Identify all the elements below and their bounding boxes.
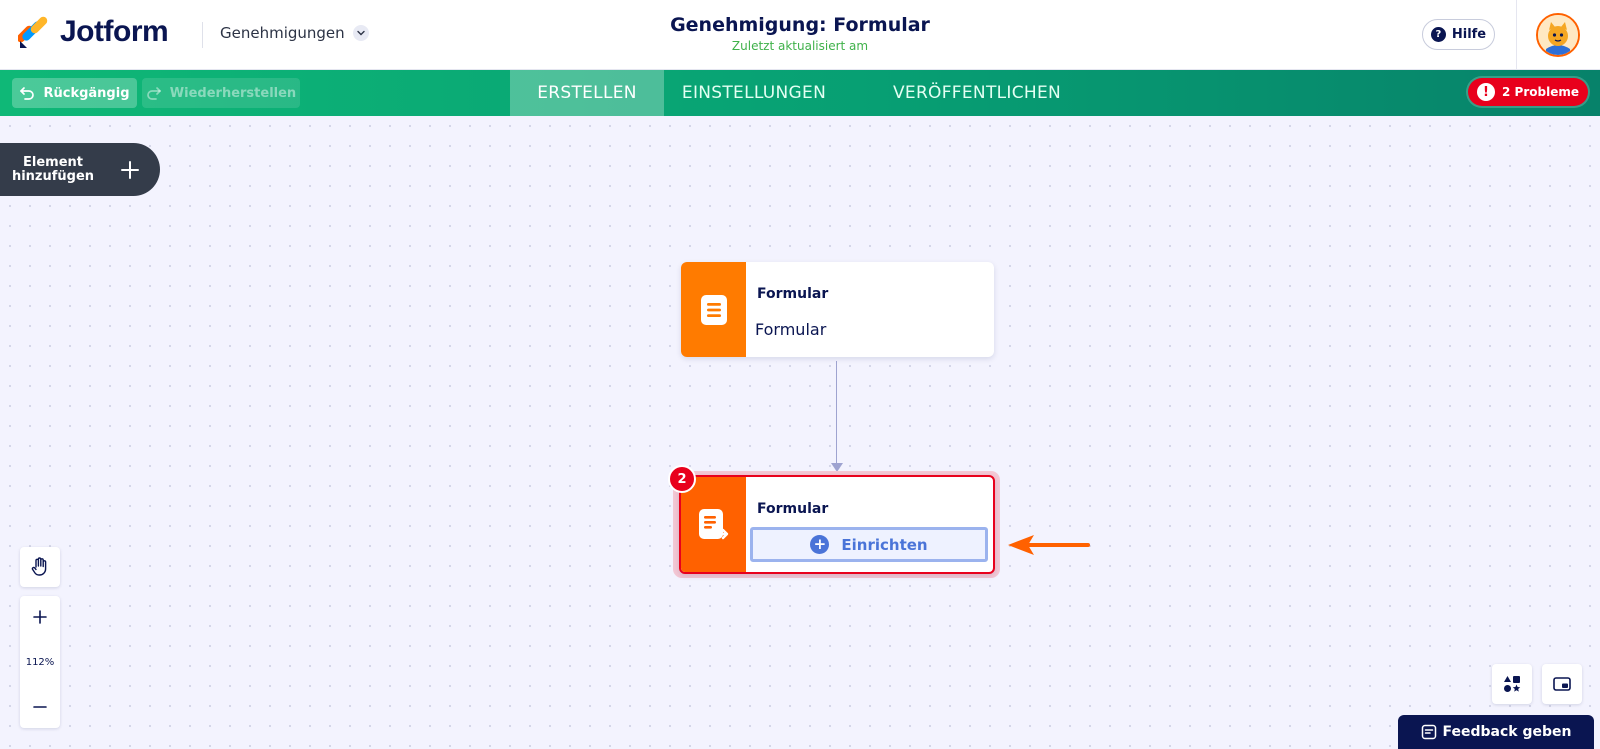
- zoom-out-button[interactable]: [20, 686, 60, 728]
- elements-panel-button[interactable]: [1492, 664, 1532, 704]
- chevron-down-icon: [352, 25, 369, 41]
- add-element-label: Element hinzufügen: [11, 154, 95, 184]
- alert-icon: !: [1477, 83, 1496, 101]
- problems-label: 2 Probleme: [1502, 85, 1579, 99]
- add-element-button[interactable]: Element hinzufügen: [0, 143, 160, 196]
- minus-icon: [33, 706, 47, 708]
- jotform-logo-icon: [18, 16, 48, 48]
- logo-text: Jotform: [60, 15, 169, 48]
- page-title[interactable]: Genehmigung: Formular: [600, 14, 1000, 36]
- annotation-arrow-icon: [1008, 535, 1090, 555]
- node-title: Formular: [757, 286, 829, 302]
- form-icon: [700, 294, 727, 325]
- hand-icon: [31, 557, 47, 576]
- workflow-node-form-assign[interactable]: Formular + Einrichten: [679, 475, 995, 574]
- feedback-label: Feedback geben: [1442, 724, 1572, 740]
- feedback-icon: [1421, 724, 1436, 740]
- node-subtitle: Formular: [755, 320, 827, 339]
- last-updated-text: Zuletzt aktualisiert am: [731, 39, 869, 53]
- zoom-panel: 112%: [20, 547, 60, 728]
- minimap-button[interactable]: [1542, 664, 1582, 704]
- header-title-block: Genehmigung: Formular Zuletzt aktualisie…: [600, 14, 1000, 53]
- redo-button[interactable]: Wiederherstellen: [142, 78, 300, 108]
- tab-veroeffentlichen[interactable]: VERÖFFENTLICHEN: [872, 70, 1082, 116]
- node-title: Formular: [757, 501, 829, 517]
- help-label: Hilfe: [1451, 27, 1487, 42]
- connector-line: [836, 361, 837, 465]
- pan-hand-button[interactable]: [20, 547, 60, 587]
- form-assign-icon: [698, 508, 728, 539]
- redo-label: Wiederherstellen: [169, 85, 297, 101]
- app-header: Jotform Genehmigungen Genehmigung: Formu…: [0, 0, 1600, 70]
- header-divider-right: [1516, 0, 1517, 70]
- undo-icon: [20, 87, 35, 100]
- user-avatar[interactable]: [1536, 13, 1580, 57]
- redo-icon: [146, 87, 161, 100]
- shapes-icon: [1504, 676, 1521, 692]
- workspace-label: Genehmigungen: [220, 24, 345, 42]
- help-button[interactable]: ? Hilfe: [1422, 19, 1495, 50]
- node-icon-block: [681, 477, 746, 572]
- builder-toolbar: Rückgängig Wiederherstellen ERSTELLEN EI…: [0, 70, 1600, 116]
- jotform-logo[interactable]: Jotform: [18, 15, 169, 49]
- header-divider: [202, 22, 203, 48]
- error-count-badge: 2: [668, 465, 696, 493]
- workflow-node-form[interactable]: Formular Formular: [681, 262, 994, 357]
- setup-label: Einrichten: [841, 535, 928, 554]
- zoom-level: 112%: [25, 656, 55, 668]
- zoom-controls: 112%: [20, 596, 60, 728]
- zoom-in-button[interactable]: [20, 596, 60, 638]
- workspace-dropdown[interactable]: Genehmigungen: [220, 24, 369, 42]
- plus-icon: [33, 610, 47, 624]
- help-icon: ?: [1430, 27, 1446, 42]
- plus-icon: [121, 160, 139, 179]
- undo-button[interactable]: Rückgängig: [12, 78, 137, 108]
- feedback-button[interactable]: Feedback geben: [1398, 715, 1594, 749]
- node-icon-block: [681, 262, 746, 357]
- tab-einstellungen[interactable]: EINSTELLUNGEN: [664, 70, 844, 116]
- setup-button[interactable]: + Einrichten: [750, 527, 988, 562]
- undo-label: Rückgängig: [43, 85, 130, 101]
- workflow-canvas[interactable]: [0, 116, 1600, 749]
- avatar-cat-icon: [1538, 15, 1578, 55]
- tab-erstellen[interactable]: ERSTELLEN: [510, 70, 664, 116]
- problems-badge-button[interactable]: ! 2 Probleme: [1468, 78, 1588, 106]
- minimap-icon: [1553, 677, 1571, 691]
- plus-circle-icon: +: [810, 535, 830, 554]
